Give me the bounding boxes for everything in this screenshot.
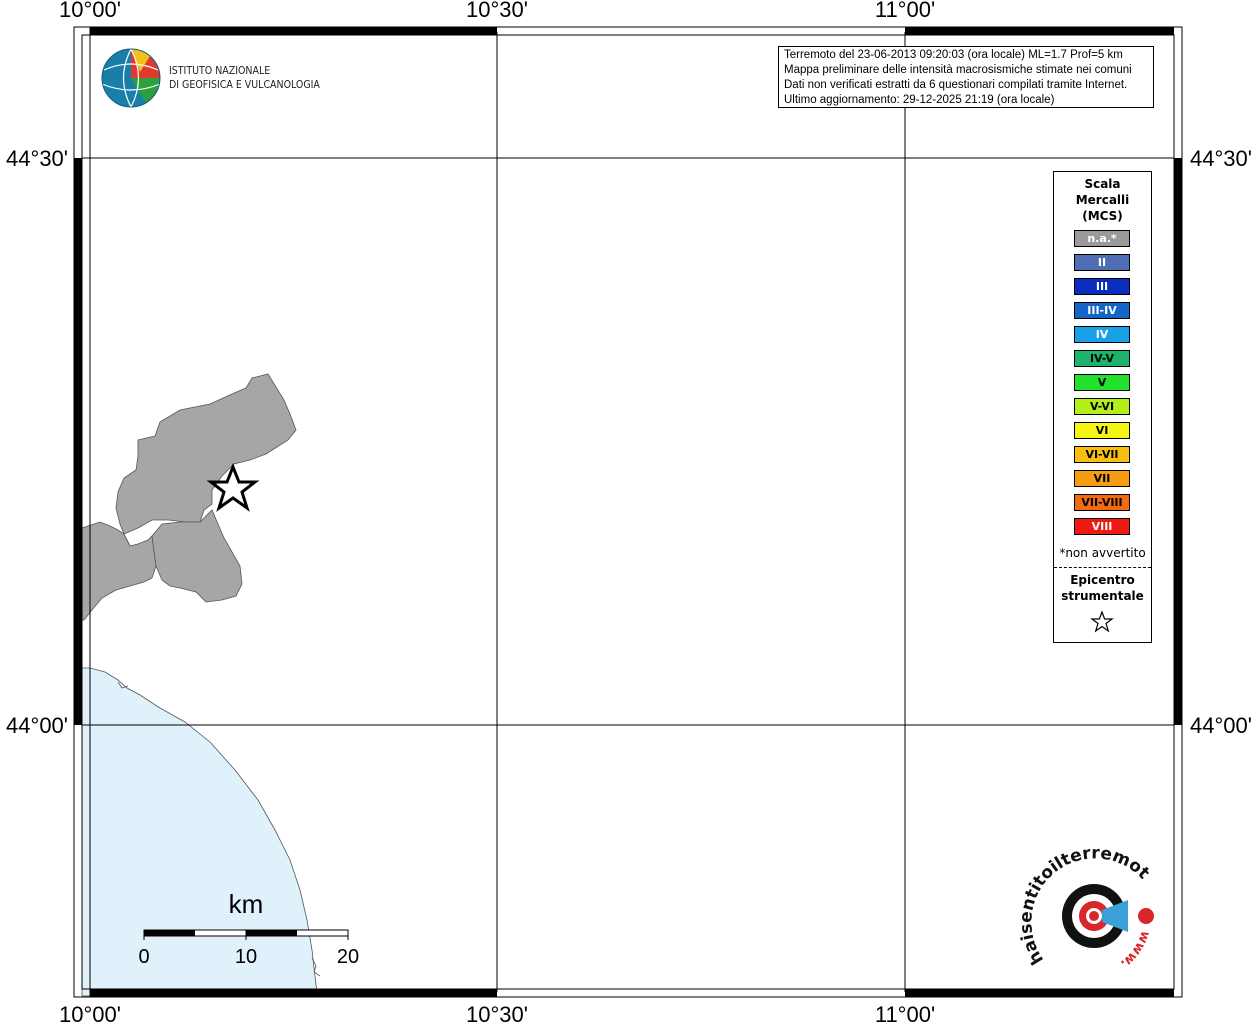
legend-item: n.a.* xyxy=(1074,230,1130,247)
legend-item: IV-V xyxy=(1074,350,1130,367)
lat-label-right-2: 44°00' xyxy=(1190,713,1252,738)
hsit-www: www. xyxy=(1117,929,1152,972)
legend-item: II xyxy=(1074,254,1130,271)
legend-star-icon xyxy=(1090,610,1114,633)
legend-epicenter-label: Epicentro strumentale xyxy=(1054,572,1151,604)
mcs-legend: Scala Mercalli (MCS) n.a.* II III III-IV IV I… xyxy=(1053,171,1152,643)
event-info-line-3: Dati non verificati estratti da 6 questi… xyxy=(784,79,1128,91)
lat-label-left-1: 44°30' xyxy=(6,146,68,171)
lon-label-bottom-3: 11°00' xyxy=(875,1002,935,1024)
scale-tick-20: 20 xyxy=(337,946,359,968)
region-north xyxy=(115,373,297,535)
lon-label-top-1: 10°00' xyxy=(59,0,121,22)
legend-epi-line-2: strumentale xyxy=(1061,589,1144,603)
lon-label-bottom-2: 10°30' xyxy=(466,1002,528,1024)
legend-item: VIII xyxy=(1074,518,1130,535)
legend-title-2: Mercalli xyxy=(1075,193,1130,207)
event-info-line-4: Ultimo aggiornamento: 29-12-2025 21:19 (… xyxy=(784,94,1055,106)
scale-tick-10: 10 xyxy=(235,946,257,968)
scale-tick-0: 0 xyxy=(138,946,149,968)
legend-item: V-VI xyxy=(1074,398,1130,415)
ingv-line-2: DI GEOFISICA E VULCANOLOGIA xyxy=(169,79,320,91)
legend-item: III-IV xyxy=(1074,302,1130,319)
legend-item: VII-VIII xyxy=(1074,494,1130,511)
region-west xyxy=(81,521,157,621)
legend-epi-line-1: Epicentro xyxy=(1070,573,1135,587)
legend-item: VI xyxy=(1074,422,1130,439)
legend-item: VII xyxy=(1074,470,1130,487)
legend-note: *non avvertito xyxy=(1059,546,1146,560)
legend-title-3: (MCS) xyxy=(1082,209,1123,223)
sea-area xyxy=(81,667,319,997)
lon-label-top-2: 10°30' xyxy=(466,0,528,22)
event-info-line-1: Terremoto del 23-06-2013 09:20:03 (ora l… xyxy=(784,49,1123,61)
event-info-box: Terremoto del 23-06-2013 09:20:03 (ora l… xyxy=(778,46,1154,108)
lon-label-top-3: 11°00' xyxy=(875,0,935,22)
legend-item: III xyxy=(1074,278,1130,295)
ingv-line-1: ISTITUTO NAZIONALE xyxy=(169,65,270,77)
event-info-line-2: Mappa preliminare delle intensità macros… xyxy=(784,64,1132,76)
lat-label-right-1: 44°30' xyxy=(1190,146,1252,171)
lon-label-bottom-1: 10°00' xyxy=(59,1002,121,1024)
scale-unit: km xyxy=(229,889,264,919)
legend-title-1: Scala xyxy=(1084,177,1121,191)
legend-item: VI-VII xyxy=(1074,446,1130,463)
legend-title: Scala Mercalli (MCS) xyxy=(1054,176,1151,224)
svg-text:www.: www. xyxy=(1117,929,1152,972)
ingv-logo: ISTITUTO NAZIONALE DI GEOFISICA E VULCAN… xyxy=(101,48,320,108)
lat-label-left-2: 44°00' xyxy=(6,713,68,738)
legend-item: V xyxy=(1074,374,1130,391)
legend-divider xyxy=(1054,567,1151,568)
region-south xyxy=(151,509,243,603)
legend-item: IV xyxy=(1074,326,1130,343)
